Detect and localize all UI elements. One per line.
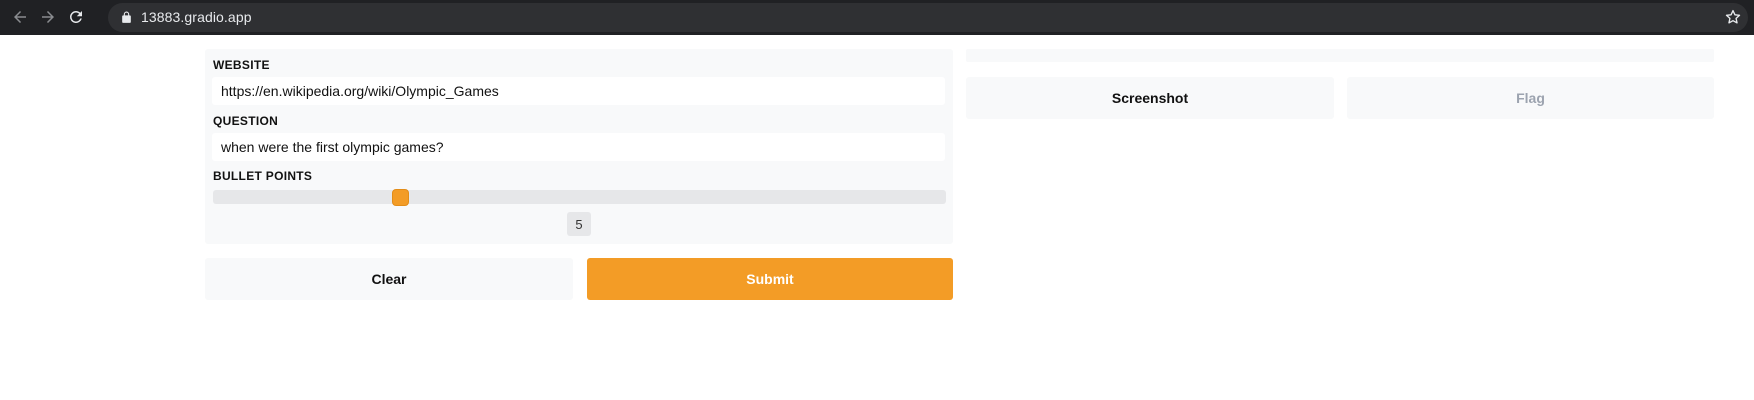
- reload-icon: [69, 10, 82, 23]
- question-label: QUESTION: [213, 114, 279, 128]
- arrow-left-icon: [14, 11, 26, 23]
- slider-value: 5: [567, 212, 591, 236]
- back-button[interactable]: [8, 5, 32, 29]
- submit-button[interactable]: Submit: [587, 258, 953, 300]
- website-input[interactable]: [212, 77, 945, 105]
- bullet-points-slider[interactable]: [213, 189, 946, 206]
- question-input[interactable]: [212, 133, 945, 161]
- star-icon[interactable]: [1724, 8, 1742, 26]
- lock-icon: [122, 11, 131, 23]
- slider-handle[interactable]: [392, 189, 409, 206]
- bullet-points-label: BULLET POINTS: [213, 169, 313, 183]
- flag-button[interactable]: Flag: [1347, 77, 1714, 119]
- output-panel: [966, 49, 1714, 62]
- forward-button[interactable]: [36, 5, 60, 29]
- reload-button[interactable]: [64, 5, 88, 29]
- clear-button[interactable]: Clear: [205, 258, 573, 300]
- url-text: 13883.gradio.app: [141, 9, 252, 25]
- website-label: WEBSITE: [213, 58, 270, 72]
- input-panel: WEBSITE QUESTION BULLET POINTS 5: [205, 49, 953, 244]
- browser-toolbar: 13883.gradio.app: [0, 0, 1754, 35]
- address-bar[interactable]: 13883.gradio.app: [108, 3, 1748, 32]
- screenshot-button[interactable]: Screenshot: [966, 77, 1334, 119]
- arrow-right-icon: [42, 11, 54, 23]
